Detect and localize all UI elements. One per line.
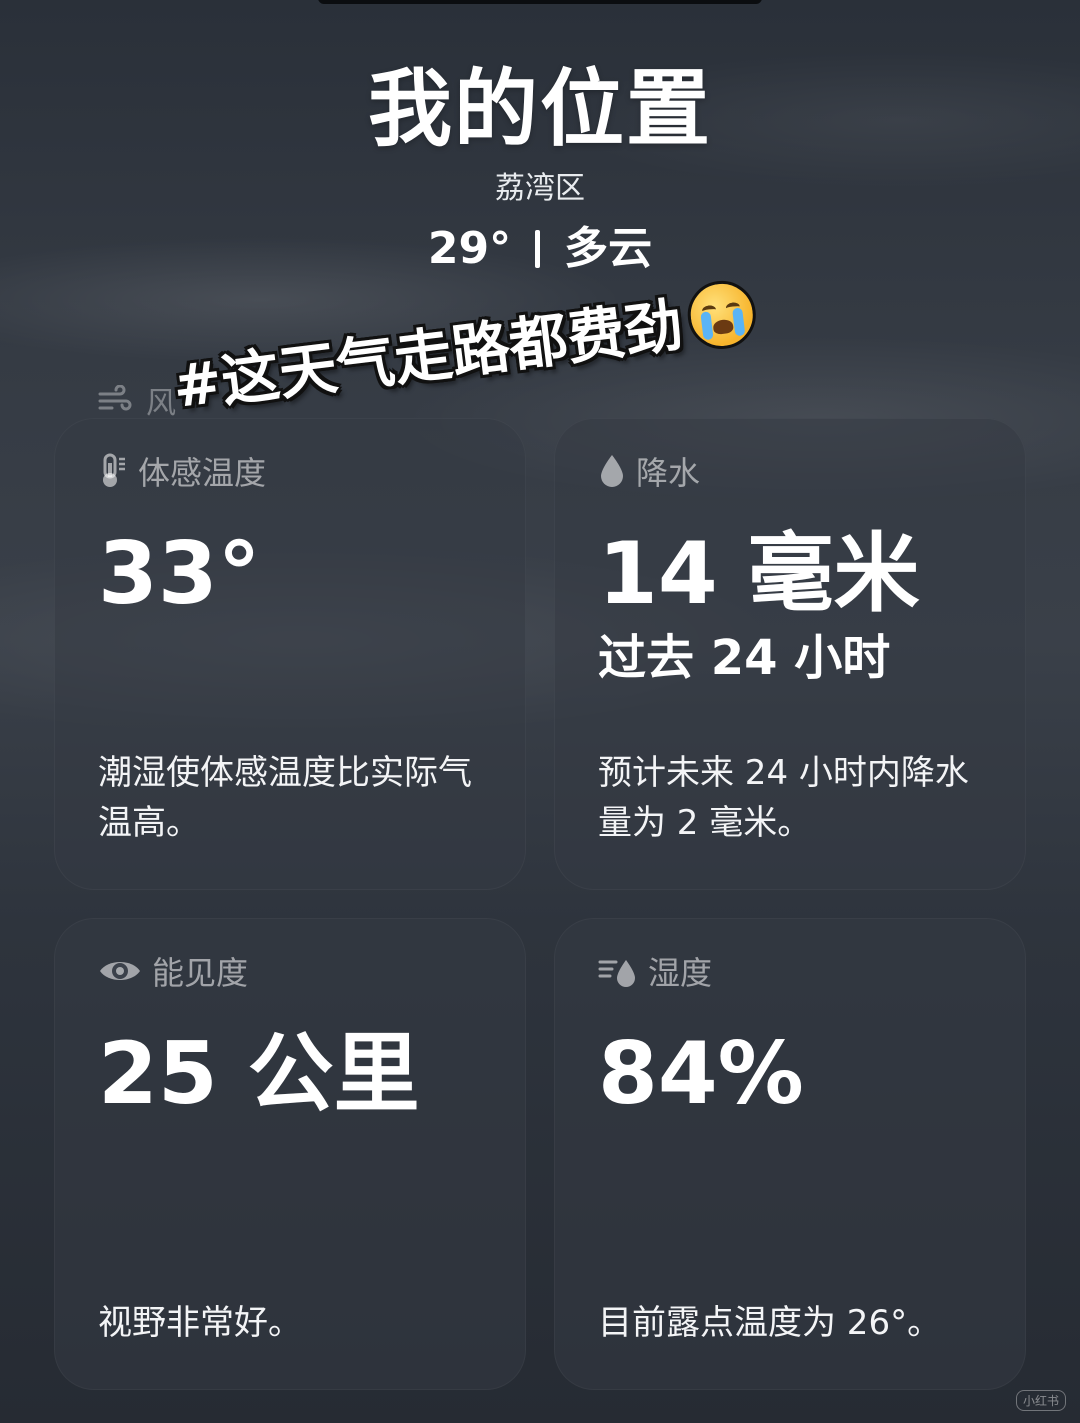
card-header: 体感温度 (98, 448, 266, 494)
card-label: 体感温度 (138, 454, 267, 492)
card-label: 湿度 (648, 954, 713, 992)
card-header: 降水 (598, 448, 700, 494)
card-value: 25 公里 (98, 1024, 420, 1124)
status-bar-notch (318, 0, 762, 4)
card-label: 降水 (636, 454, 701, 492)
eye-icon (100, 962, 140, 980)
location-header: 我的位置 荔湾区 29° 多云 (0, 55, 1080, 279)
crying-face-icon (683, 277, 760, 353)
card-value: 33° (98, 524, 261, 624)
card-description: 视野非常好。 (98, 1303, 302, 1343)
wind-section-header: 风 (98, 378, 176, 422)
caption-text: #这天气走路都费劲 (169, 291, 687, 422)
card-description: 目前露点温度为 26°。 (598, 1303, 942, 1343)
district-label: 荔湾区 (495, 171, 585, 206)
precipitation-card[interactable]: 降水 14 毫米 过去 24 小时 预计未来 24 小时内降水量为 2 毫米。 (554, 418, 1026, 890)
card-header: 能见度 (98, 948, 248, 994)
raindrop-icon (601, 455, 623, 487)
card-label: 能见度 (152, 954, 249, 992)
separator (535, 230, 541, 268)
sticker-caption: #这天气走路都费劲 (168, 269, 760, 424)
humidity-icon (598, 960, 635, 987)
card-header: 湿度 (598, 948, 712, 994)
feels-like-card[interactable]: 体感温度 33° 潮湿使体感温度比实际气温高。 (54, 418, 526, 890)
wind-label: 风 (146, 386, 176, 421)
card-subvalue: 过去 24 小时 (598, 630, 891, 686)
current-weather-summary: 29° 多云 (0, 219, 1080, 279)
page-title: 我的位置 (367, 60, 712, 158)
card-description: 预计未来 24 小时内降水量为 2 毫米。 (598, 753, 969, 843)
wind-icon (98, 385, 132, 411)
card-value: 14 毫米 (598, 524, 920, 624)
thermometer-icon (103, 453, 125, 487)
current-temperature: 29° (427, 223, 512, 274)
humidity-card[interactable]: 湿度 84% 目前露点温度为 26°。 (554, 918, 1026, 1390)
current-condition: 多云 (564, 223, 653, 274)
card-value: 84% (598, 1024, 804, 1124)
visibility-card[interactable]: 能见度 25 公里 视野非常好。 (54, 918, 526, 1390)
watermark: 小红书 (1015, 1390, 1066, 1411)
card-description: 潮湿使体感温度比实际气温高。 (98, 753, 472, 843)
